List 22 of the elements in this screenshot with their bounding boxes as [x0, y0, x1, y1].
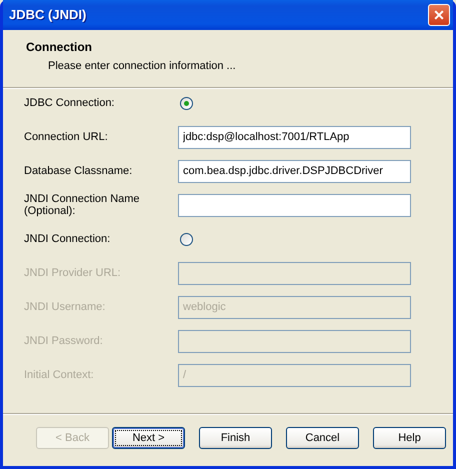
field-label: JNDI Connection Name (Optional):	[23, 193, 141, 217]
field-label: JNDI Connection:	[23, 233, 112, 245]
dialog-button[interactable]: Help	[373, 427, 446, 449]
field-label: JNDI Provider URL:	[23, 267, 122, 279]
dialog-button[interactable]: Cancel	[286, 427, 359, 449]
field-label: Connection URL:	[23, 131, 109, 143]
field-label: Database Classname:	[23, 165, 134, 177]
close-button[interactable]: ×	[428, 4, 450, 26]
field-label: Initial Context:	[23, 369, 95, 381]
radio-button[interactable]	[180, 232, 193, 246]
dialog-button[interactable]: Next >	[112, 427, 185, 449]
window-title: JDBC (JNDI)	[9, 6, 86, 24]
input-field[interactable]	[178, 194, 411, 216]
section-subtitle: Please enter connection information ...	[47, 59, 237, 74]
radio-button[interactable]	[180, 96, 193, 110]
field-label: JDBC Connection:	[23, 97, 116, 109]
input-field[interactable]: jdbc:dsp@localhost:7001/RTLApp	[178, 126, 411, 148]
field-label: JNDI Username:	[23, 301, 106, 313]
section-title: Connection	[26, 39, 93, 56]
input-field[interactable]: com.bea.dsp.jdbc.driver.DSPJDBCDriver	[178, 160, 411, 182]
dialog-button[interactable]: Finish	[199, 427, 272, 449]
field-label: JNDI Password:	[23, 335, 104, 347]
